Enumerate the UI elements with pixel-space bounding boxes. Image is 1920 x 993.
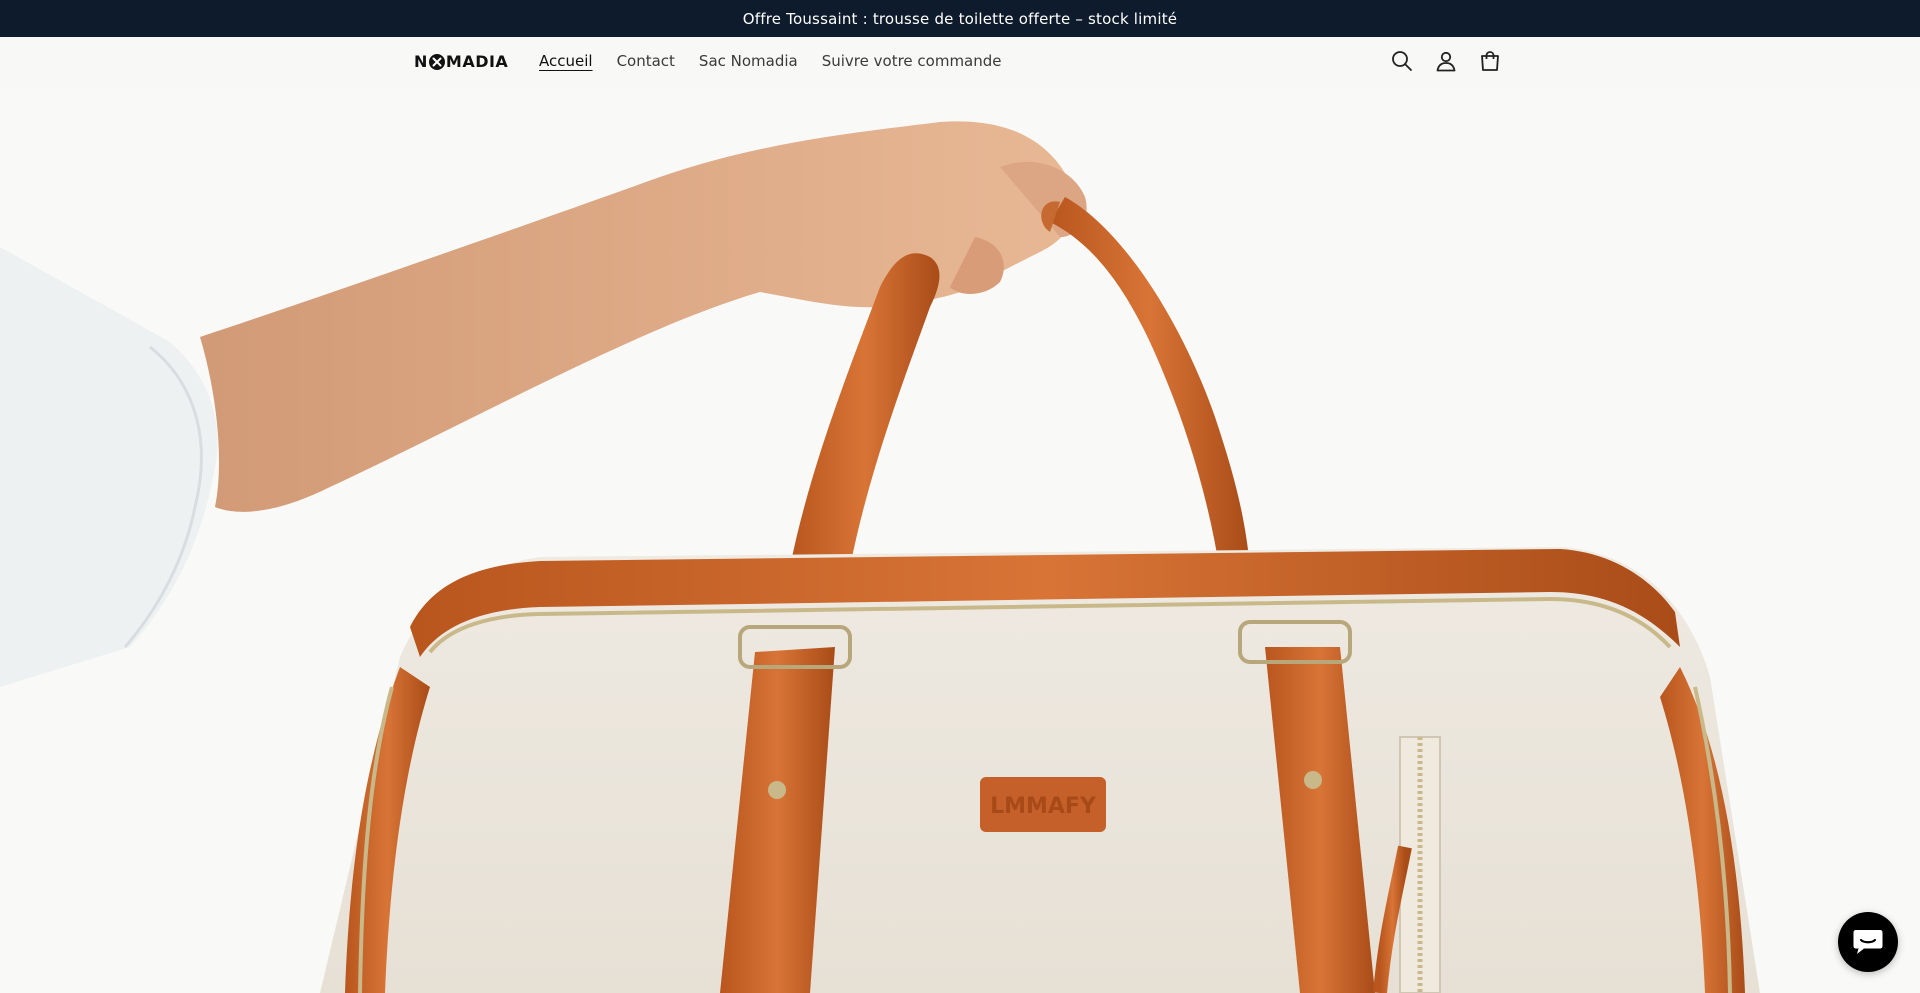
- logo-x-icon: [428, 53, 445, 70]
- main-nav: Accueil Contact Sac Nomadia Suivre votre…: [539, 52, 1026, 70]
- search-icon[interactable]: [1390, 49, 1414, 73]
- nav-item-suivre-commande[interactable]: Suivre votre commande: [822, 52, 1002, 70]
- nav-item-accueil[interactable]: Accueil: [539, 52, 593, 70]
- svg-text:LMMAFY: LMMAFY: [990, 794, 1097, 819]
- chat-icon: [1853, 930, 1883, 954]
- nav-item-sac-nomadia[interactable]: Sac Nomadia: [699, 52, 798, 70]
- account-icon[interactable]: [1434, 49, 1458, 73]
- logo-text-left: N: [414, 52, 428, 71]
- nav-item-contact[interactable]: Contact: [617, 52, 675, 70]
- cart-icon[interactable]: [1478, 49, 1502, 73]
- logo[interactable]: N MADIA: [414, 52, 508, 71]
- announcement-bar: Offre Toussaint : trousse de toilette of…: [0, 0, 1920, 37]
- chat-button[interactable]: [1838, 912, 1898, 972]
- site-header: N MADIA Accueil Contact Sac Nomadia Suiv…: [0, 37, 1920, 87]
- hero-image: LMMAFY: [0, 121, 1760, 993]
- logo-text-right: MADIA: [445, 52, 509, 71]
- hero-banner[interactable]: LMMAFY: [0, 87, 1920, 993]
- header-icons: [1390, 49, 1502, 73]
- announcement-text: Offre Toussaint : trousse de toilette of…: [742, 9, 1178, 28]
